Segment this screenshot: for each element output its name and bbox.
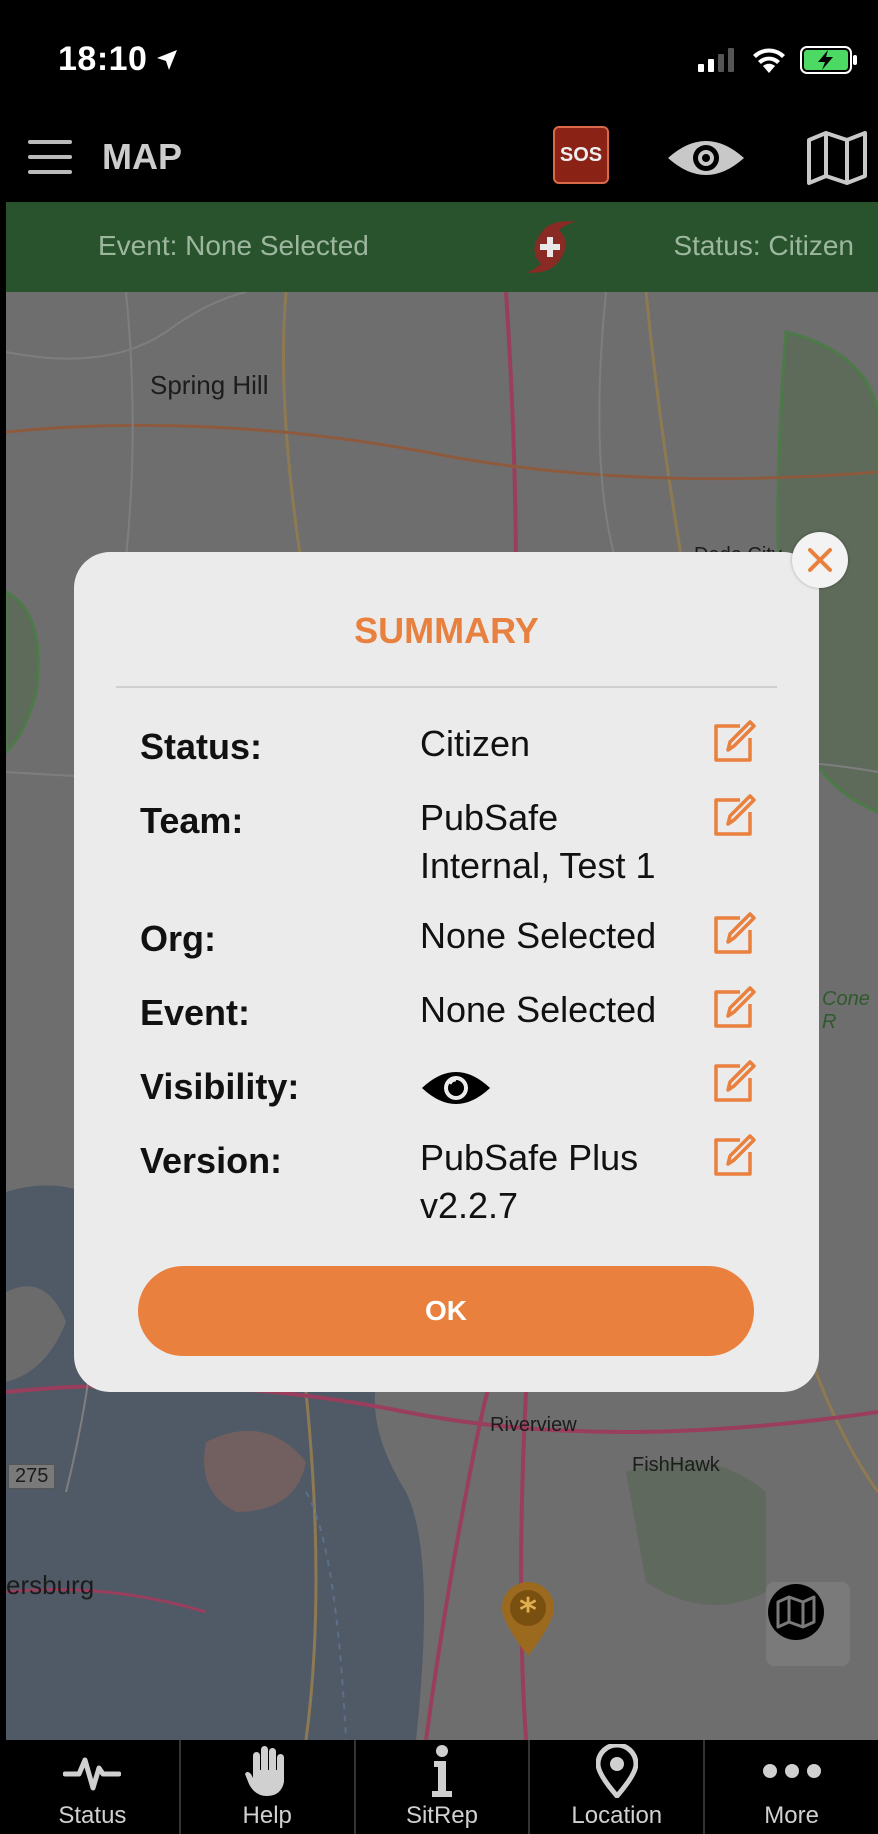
map-pin-icon: * — [502, 1582, 554, 1656]
edit-visibility-icon[interactable] — [710, 1060, 756, 1106]
eye-icon — [422, 1072, 490, 1104]
row-label: Visibility: — [140, 1066, 300, 1107]
map-label-petersburg: ersburg — [6, 1570, 95, 1600]
row-label: Version: — [140, 1140, 283, 1181]
ios-status-bar: 18:10 — [6, 6, 878, 116]
dialog-title: SUMMARY — [354, 610, 539, 651]
location-pin-icon — [595, 1744, 638, 1798]
event-status-bar[interactable]: Event: None Selected Status: Citizen — [6, 202, 878, 292]
tab-label: More — [764, 1802, 819, 1829]
tab-more[interactable]: More — [703, 1740, 878, 1834]
status-label: Status: Citizen — [673, 230, 854, 261]
map-layers-button[interactable] — [806, 130, 868, 191]
row-value: Citizen — [420, 723, 531, 764]
tab-status[interactable]: Status — [6, 1740, 179, 1834]
close-dialog-button[interactable] — [792, 532, 848, 588]
map-label-cone: Cone R — [822, 988, 870, 1033]
cellular-signal-icon — [698, 48, 734, 72]
status-time: 18:10 — [58, 40, 179, 79]
edit-status-icon[interactable] — [710, 720, 756, 766]
edit-version-icon[interactable] — [710, 1134, 756, 1180]
map-layer-toggle-button[interactable] — [766, 1582, 850, 1666]
tab-label: Location — [571, 1802, 663, 1829]
hurricane-icon — [519, 216, 581, 285]
page-title: MAP — [102, 136, 182, 177]
edit-org-icon[interactable] — [710, 912, 756, 958]
row-value: None Selected — [420, 915, 657, 956]
map-label-fishhawk: FishHawk — [632, 1454, 720, 1476]
battery-charging-icon — [800, 46, 857, 74]
sos-button[interactable]: SOS — [553, 126, 609, 184]
row-value: PubSafe Plus v2.2.7 — [420, 1137, 639, 1226]
app-screen: 18:10 MAP SOS Event: None Selected Statu… — [6, 6, 878, 1834]
wifi-icon — [753, 48, 785, 73]
tab-label: Help — [242, 1802, 292, 1829]
map-label-spring-hill: Spring Hill — [150, 370, 269, 400]
status-indicators — [698, 46, 858, 74]
row-label: Team: — [140, 800, 244, 841]
more-dots-icon — [762, 1744, 822, 1798]
summary-dialog: SUMMARY Status: Citizen Team: PubSafe In… — [74, 552, 819, 1392]
close-icon — [808, 548, 832, 572]
bottom-tab-bar: Status Help SitRep Location More — [6, 1740, 878, 1834]
menu-icon[interactable] — [28, 140, 72, 174]
info-icon — [430, 1744, 454, 1798]
folded-map-icon — [807, 131, 867, 185]
map-label-route-275: 275 — [8, 1464, 56, 1489]
edit-team-icon[interactable] — [710, 794, 756, 840]
map-label-riverview: Riverview — [490, 1414, 577, 1436]
row-label: Event: — [140, 992, 251, 1033]
row-label: Org: — [140, 918, 216, 959]
tab-sitrep[interactable]: SitRep — [353, 1740, 529, 1834]
tab-location[interactable]: Location — [528, 1740, 703, 1834]
hand-icon — [245, 1744, 289, 1798]
tab-label: SitRep — [405, 1802, 479, 1829]
heartbeat-icon — [63, 1744, 122, 1798]
visibility-eye-button[interactable] — [666, 136, 746, 185]
time-text: 18:10 — [58, 40, 148, 78]
app-header: MAP SOS — [6, 116, 878, 208]
eye-icon — [668, 141, 744, 175]
location-arrow-icon — [157, 49, 178, 70]
tab-help[interactable]: Help — [178, 1740, 354, 1834]
row-value: None Selected — [420, 989, 657, 1030]
event-label: Event: None Selected — [98, 230, 369, 261]
tab-label: Status — [58, 1802, 127, 1829]
map-layers-icon — [768, 1584, 824, 1640]
row-label: Status: — [140, 726, 263, 767]
edit-event-icon[interactable] — [710, 986, 756, 1032]
svg-text:*: * — [519, 1591, 537, 1631]
row-value: PubSafe Internal, Test 1 — [420, 797, 656, 886]
ok-button[interactable]: OK — [138, 1266, 754, 1356]
dialog-divider — [116, 686, 777, 688]
row-value — [420, 1066, 690, 1122]
